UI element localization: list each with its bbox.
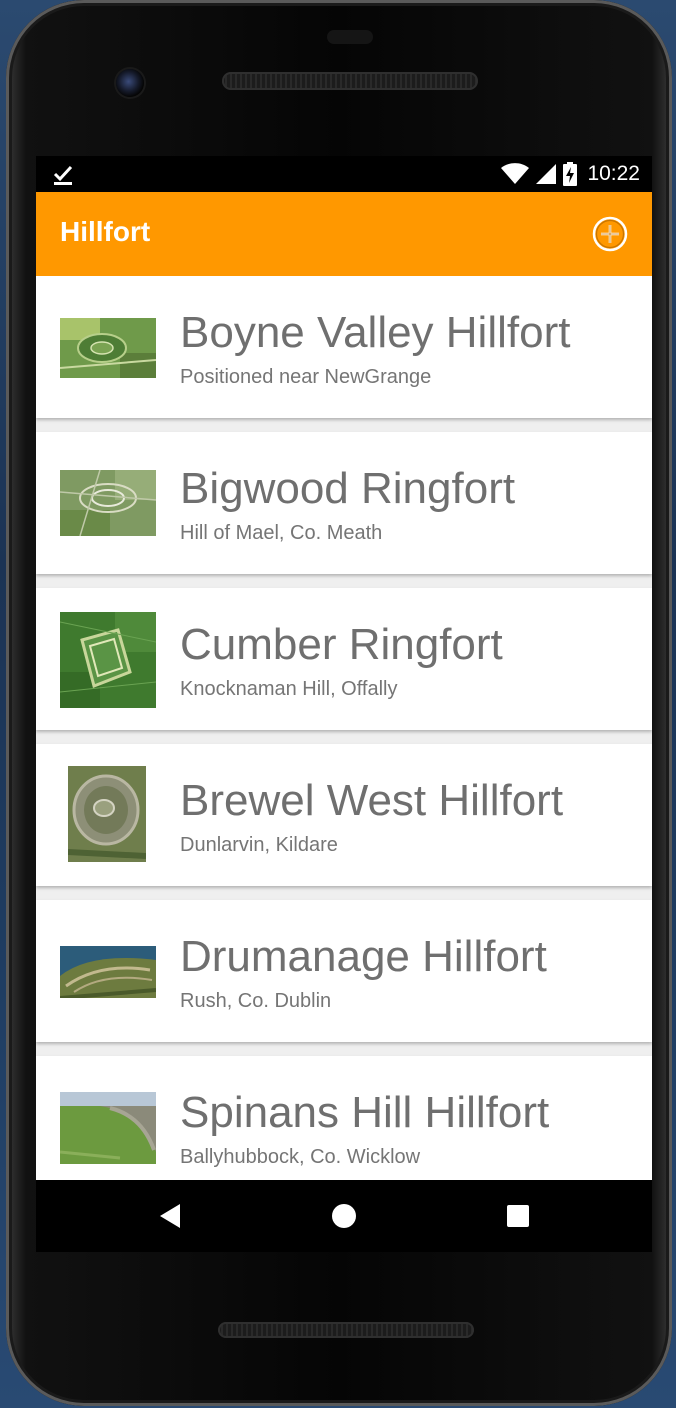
hillfort-thumbnail xyxy=(60,470,156,536)
hillfort-subtitle: Rush, Co. Dublin xyxy=(180,990,332,1012)
bottom-speaker xyxy=(218,1322,474,1338)
hillfort-title: Boyne Valley Hillfort xyxy=(180,308,571,357)
hillfort-card[interactable]: Bigwood Ringfort Hill of Mael, Co. Meath xyxy=(36,432,652,574)
hillfort-subtitle: Ballyhubbock, Co. Wicklow xyxy=(180,1146,421,1168)
hillfort-title: Drumanage Hillfort xyxy=(180,932,547,981)
status-bar: 10:22 xyxy=(36,156,652,192)
battery-charging-icon xyxy=(563,162,578,186)
hillfort-subtitle: Knocknaman Hill, Offally xyxy=(180,678,398,700)
back-icon[interactable] xyxy=(156,1202,184,1230)
signal-icon xyxy=(536,164,557,184)
hillfort-title: Bigwood Ringfort xyxy=(180,464,516,513)
hillfort-subtitle: Positioned near NewGrange xyxy=(180,366,432,388)
proximity-sensor xyxy=(327,30,373,44)
hillfort-thumbnail xyxy=(60,1092,156,1164)
hillfort-card[interactable]: Cumber Ringfort Knocknaman Hill, Offally xyxy=(36,588,652,730)
hillfort-title: Brewel West Hillfort xyxy=(180,776,564,825)
app-bar: Hillfort xyxy=(36,192,652,276)
hillfort-title: Spinans Hill Hillfort xyxy=(180,1088,550,1137)
hillfort-card[interactable]: Drumanage Hillfort Rush, Co. Dublin xyxy=(36,900,652,1042)
front-camera xyxy=(116,69,144,97)
hillfort-thumbnail xyxy=(60,946,156,998)
hillfort-list: Boyne Valley Hillfort Positioned near Ne… xyxy=(36,276,652,1180)
recents-icon[interactable] xyxy=(504,1202,532,1230)
wifi-icon xyxy=(501,163,530,184)
hillfort-card[interactable]: Spinans Hill Hillfort Ballyhubbock, Co. … xyxy=(36,1056,652,1180)
hillfort-card[interactable]: Brewel West Hillfort Dunlarvin, Kildare xyxy=(36,744,652,886)
status-icons: 10:22 xyxy=(501,160,640,188)
hillfort-thumbnail xyxy=(68,766,146,862)
hillfort-card[interactable]: Boyne Valley Hillfort Positioned near Ne… xyxy=(36,276,652,418)
home-icon[interactable] xyxy=(330,1202,358,1230)
app-title: Hillfort xyxy=(60,216,151,247)
hillfort-thumbnail xyxy=(60,612,156,708)
hillfort-subtitle: Hill of Mael, Co. Meath xyxy=(180,522,383,544)
earpiece-speaker xyxy=(222,72,478,90)
hillfort-thumbnail xyxy=(60,318,156,378)
app-screen: 10:22 Hillfort Boyne Valley Hillfort Pos… xyxy=(36,156,652,1252)
navigation-bar xyxy=(36,1180,652,1252)
add-circle-icon[interactable] xyxy=(590,214,630,254)
hillfort-title: Cumber Ringfort xyxy=(180,620,503,669)
hillfort-subtitle: Dunlarvin, Kildare xyxy=(180,834,338,856)
status-clock: 10:22 xyxy=(587,162,640,185)
download-done-icon xyxy=(53,165,73,185)
